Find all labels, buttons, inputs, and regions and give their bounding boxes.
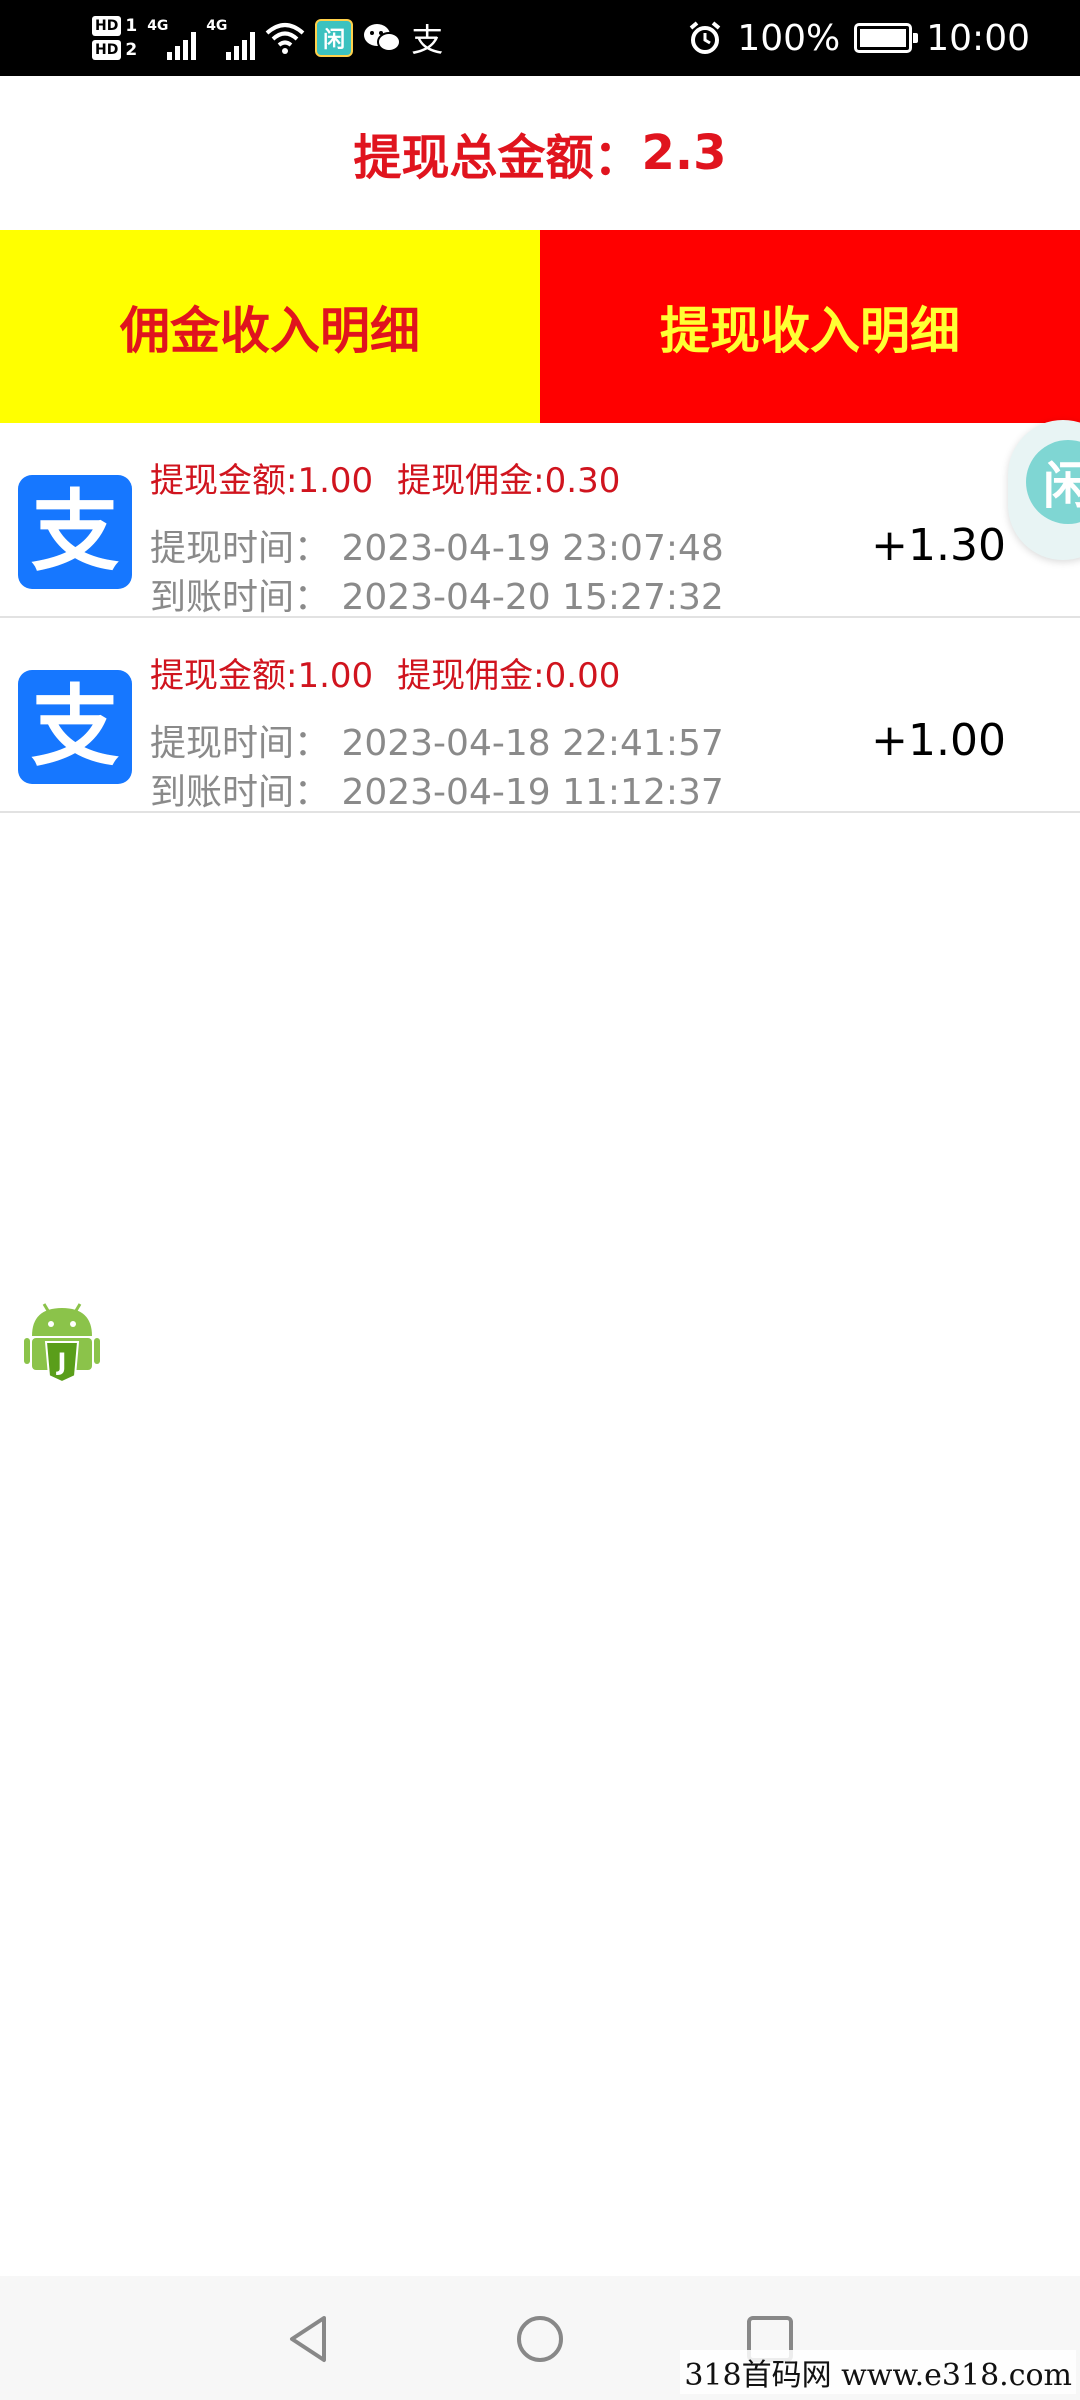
xianyu-icon: 闲: [1026, 440, 1080, 524]
network-type-2: 4G: [206, 18, 228, 34]
record-amounts: 提现金额:1.00 提现佣金:0.00: [150, 648, 620, 697]
signal-2: 4G: [206, 16, 256, 60]
back-icon[interactable]: [284, 2314, 334, 2364]
hd-badge: HD: [92, 40, 122, 60]
battery-icon: [854, 23, 919, 53]
sim2-number: 2: [125, 40, 138, 60]
android-badge-letter: J: [56, 1348, 67, 1376]
signal-bars-icon: [167, 32, 197, 60]
withdraw-time: 提现时间： 2023-04-18 22:41:57: [150, 723, 724, 764]
withdraw-amount: 提现金额:1.00: [150, 656, 374, 696]
detail-tabs: 佣金收入明细 提现收入明细: [0, 230, 1080, 423]
android-floating-icon[interactable]: J: [22, 1296, 102, 1386]
list-item[interactable]: 支 提现金额:1.00 提现佣金:0.00 提现时间： 2023-04-18 22…: [0, 618, 1080, 813]
status-left: HD 1 HD 2 4G 4G 闲 支: [92, 8, 443, 68]
sim1-indicator: HD 1: [92, 16, 137, 36]
sim-indicators: HD 1 HD 2: [92, 16, 137, 60]
withdraw-total-label: 提现总金额：: [353, 130, 642, 186]
withdraw-record-list: 支 提现金额:1.00 提现佣金:0.30 提现时间： 2023-04-19 23…: [0, 423, 1080, 813]
floating-xianyu-bubble[interactable]: 闲: [1008, 420, 1080, 560]
list-item[interactable]: 支 提现金额:1.00 提现佣金:0.30 提现时间： 2023-04-19 23…: [0, 423, 1080, 618]
alipay-icon: 支: [18, 475, 132, 589]
home-icon[interactable]: [515, 2314, 565, 2364]
withdraw-total: 提现总金额： 2.3: [0, 78, 1080, 228]
battery-fill: [860, 29, 907, 47]
alipay-notification-icon: 支: [411, 21, 444, 59]
arrive-time: 到账时间： 2023-04-19 11:12:37: [150, 772, 724, 813]
status-bar: HD 1 HD 2 4G 4G 闲 支 100% 10:00: [0, 0, 1080, 76]
record-amounts: 提现金额:1.00 提现佣金:0.30: [150, 453, 620, 502]
watermark: 318首码网 www.e318.com: [680, 2350, 1076, 2394]
withdraw-commission: 提现佣金:0.30: [397, 461, 621, 501]
wechat-icon: [364, 24, 402, 52]
alarm-icon: [690, 21, 721, 54]
record-total: +1.30: [871, 520, 1006, 563]
arrive-time: 到账时间： 2023-04-20 15:27:32: [150, 577, 724, 618]
tab-withdraw-income[interactable]: 提现收入明细: [540, 230, 1080, 423]
sim2-indicator: HD 2: [92, 40, 137, 60]
tab-commission-income[interactable]: 佣金收入明细: [0, 230, 540, 423]
clock: 10:00: [926, 17, 1030, 59]
withdraw-commission: 提现佣金:0.00: [397, 656, 621, 696]
withdraw-total-value: 2.3: [641, 125, 727, 181]
status-right: 100% 10:00: [687, 8, 1030, 68]
network-type-1: 4G: [147, 18, 169, 34]
hd-badge: HD: [92, 16, 122, 36]
signal-bars-icon: [226, 32, 256, 60]
record-total: +1.00: [871, 715, 1006, 758]
signal-1: 4G: [147, 16, 197, 60]
system-nav-bar: 318首码网 www.e318.com: [0, 2276, 1080, 2400]
withdraw-amount: 提现金额:1.00: [150, 461, 374, 501]
xianyu-app-icon: 闲: [315, 19, 354, 57]
alipay-icon: 支: [18, 670, 132, 784]
withdraw-time: 提现时间： 2023-04-19 23:07:48: [150, 528, 724, 569]
sim1-number: 1: [125, 16, 138, 36]
wifi-icon: [265, 23, 305, 54]
battery-percent: 100%: [737, 17, 841, 59]
